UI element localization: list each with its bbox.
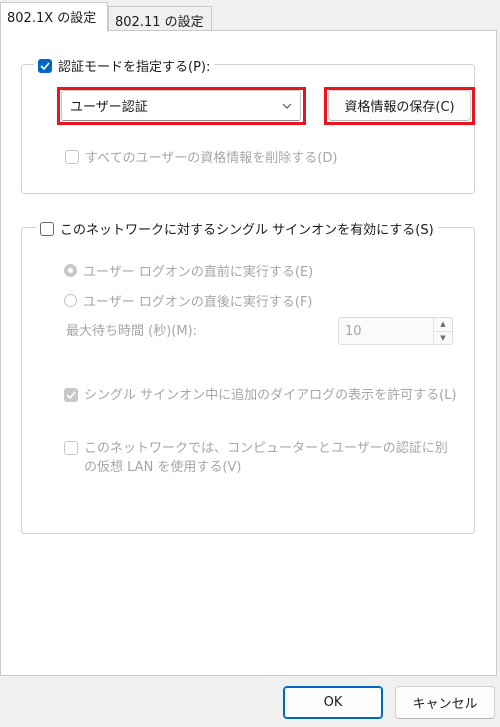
select-highlight-box [57, 87, 306, 125]
ok-button[interactable]: OK [283, 686, 383, 719]
allow-dialogs-row: シングル サインオン中に追加のダイアログの表示を許可する(L) [64, 386, 459, 405]
separate-vlan-label: このネットワークでは、コンピューターとユーザーの認証に別の仮想 LAN を使用す… [84, 441, 448, 475]
sso-enable-label: このネットワークに対するシングル サインオンを有効にする(S) [60, 223, 434, 238]
delete-all-credentials-row: すべてのユーザーの資格情報を削除する(D) [65, 147, 337, 166]
separate-vlan-row: このネットワークでは、コンピューターとユーザーの認証に別の仮想 LAN を使用す… [64, 439, 459, 477]
max-delay-value: 10 [345, 323, 362, 339]
radio-before-logon[interactable] [64, 264, 77, 277]
spin-down-icon[interactable]: ▼ [434, 330, 452, 345]
radio-after-logon[interactable] [64, 294, 77, 307]
save-button-highlight-box [324, 87, 475, 125]
auth-mode-checkbox[interactable] [38, 58, 52, 73]
radio-before-logon-label: ユーザー ログオンの直前に実行する(E) [83, 265, 314, 280]
allow-dialogs-label: シングル サインオン中に追加のダイアログの表示を許可する(L) [84, 388, 457, 403]
max-delay-label: 最大待ち時間 (秒)(M): [66, 324, 198, 339]
delete-all-credentials-label: すべてのユーザーの資格情報を削除する(D) [85, 151, 338, 166]
radio-after-logon-label: ユーザー ログオンの直後に実行する(F) [83, 295, 313, 310]
settings-panel: 認証モードを指定する(P): ユーザー認証 資格情報の保存(C) すべてのユーザ… [0, 30, 497, 676]
checkmark-icon [66, 391, 76, 399]
tab-8021x-settings[interactable]: 802.1X の設定 [0, 2, 108, 32]
radio-before-logon-row: ユーザー ログオンの直前に実行する(E) [64, 261, 313, 280]
allow-dialogs-checkbox[interactable] [64, 388, 78, 402]
radio-after-logon-row: ユーザー ログオンの直後に実行する(F) [64, 291, 313, 310]
max-delay-spinner[interactable]: 10 ▲ ▼ [338, 317, 453, 345]
sso-legend: このネットワークに対するシングル サインオンを有効にする(S) [36, 219, 438, 238]
auth-mode-group: 認証モードを指定する(P): ユーザー認証 資格情報の保存(C) すべてのユーザ… [21, 56, 475, 194]
separate-vlan-checkbox[interactable] [64, 441, 78, 455]
tab-bar: 802.1X の設定 802.11 の設定 [0, 0, 500, 32]
checkmark-icon [40, 61, 50, 70]
spinner-arrows: ▲ ▼ [433, 318, 452, 344]
sso-group: このネットワークに対するシングル サインオンを有効にする(S) ユーザー ログオ… [21, 219, 475, 534]
spin-up-icon[interactable]: ▲ [434, 318, 452, 331]
auth-mode-legend: 認証モードを指定する(P): [34, 56, 215, 75]
max-delay-row: 最大待ち時間 (秒)(M): [66, 320, 197, 339]
sso-enable-checkbox[interactable] [40, 221, 54, 236]
delete-all-credentials-checkbox[interactable] [65, 149, 79, 164]
tab-80211-settings[interactable]: 802.11 の設定 [108, 6, 212, 30]
auth-mode-label: 認証モードを指定する(P): [58, 60, 211, 75]
cancel-button[interactable]: キャンセル [395, 686, 495, 719]
